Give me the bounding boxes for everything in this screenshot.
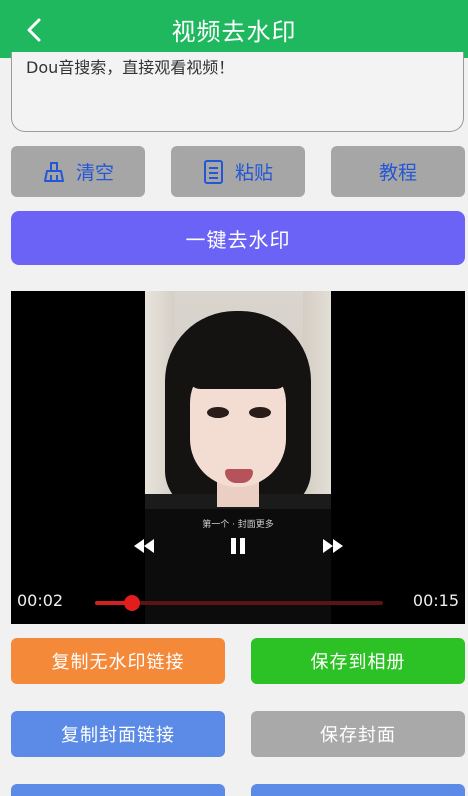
seek-bar[interactable] <box>95 595 383 611</box>
save-to-album-button[interactable]: 保存到相册 <box>251 638 465 684</box>
copy-no-watermark-link-button[interactable]: 复制无水印链接 <box>11 638 225 684</box>
clear-label: 清空 <box>75 162 114 184</box>
rewind-icon <box>134 539 154 553</box>
seek-bar-handle[interactable] <box>124 595 141 611</box>
pause-button[interactable] <box>226 535 250 557</box>
app-header: 视频去水印 <box>0 0 468 58</box>
back-button[interactable] <box>14 10 54 50</box>
save-cover-button[interactable]: 保存封面 <box>251 711 465 757</box>
video-subject-eye-left <box>207 407 229 418</box>
page-title: 视频去水印 <box>171 17 297 46</box>
clipboard-icon <box>203 159 223 184</box>
save-to-album-label: 保存到相册 <box>310 652 406 673</box>
copy-cover-link-label: 复制封面链接 <box>61 725 175 746</box>
url-input[interactable]: Dou音搜索，直接观看视频！ <box>11 52 464 132</box>
duration: 00:15 <box>412 591 459 610</box>
video-player[interactable]: 第一个 · 封面更多 00:02 00:15 <box>11 291 465 624</box>
rewind-button[interactable] <box>132 535 156 557</box>
chevron-left-icon <box>27 18 41 42</box>
paste-button[interactable]: 粘贴 <box>171 146 305 197</box>
video-subtitle: 第一个 · 封面更多 <box>202 520 274 530</box>
remove-watermark-button[interactable]: 一键去水印 <box>11 211 465 265</box>
app-root: 视频去水印 Dou音搜索，直接观看视频！ 清空 粘贴 教程 一键去水印 第一个 … <box>0 0 468 796</box>
video-subject-eye-right <box>249 407 271 418</box>
url-input-value: Dou音搜索，直接观看视频！ <box>26 58 235 77</box>
fast-forward-icon <box>323 539 343 553</box>
tutorial-button[interactable]: 教程 <box>331 146 465 197</box>
current-time: 00:02 <box>17 591 64 610</box>
fast-forward-button[interactable] <box>321 535 345 557</box>
more-action-button-right[interactable] <box>251 784 465 796</box>
copy-no-watermark-link-label: 复制无水印链接 <box>51 652 185 673</box>
tutorial-label: 教程 <box>378 162 417 184</box>
pause-icon <box>231 538 245 554</box>
broom-icon <box>43 161 64 182</box>
paste-label: 粘贴 <box>234 162 273 184</box>
clear-button[interactable]: 清空 <box>11 146 145 197</box>
save-cover-label: 保存封面 <box>320 725 396 746</box>
copy-cover-link-button[interactable]: 复制封面链接 <box>11 711 225 757</box>
more-action-button-left[interactable] <box>11 784 225 796</box>
remove-watermark-label: 一键去水印 <box>185 227 291 252</box>
